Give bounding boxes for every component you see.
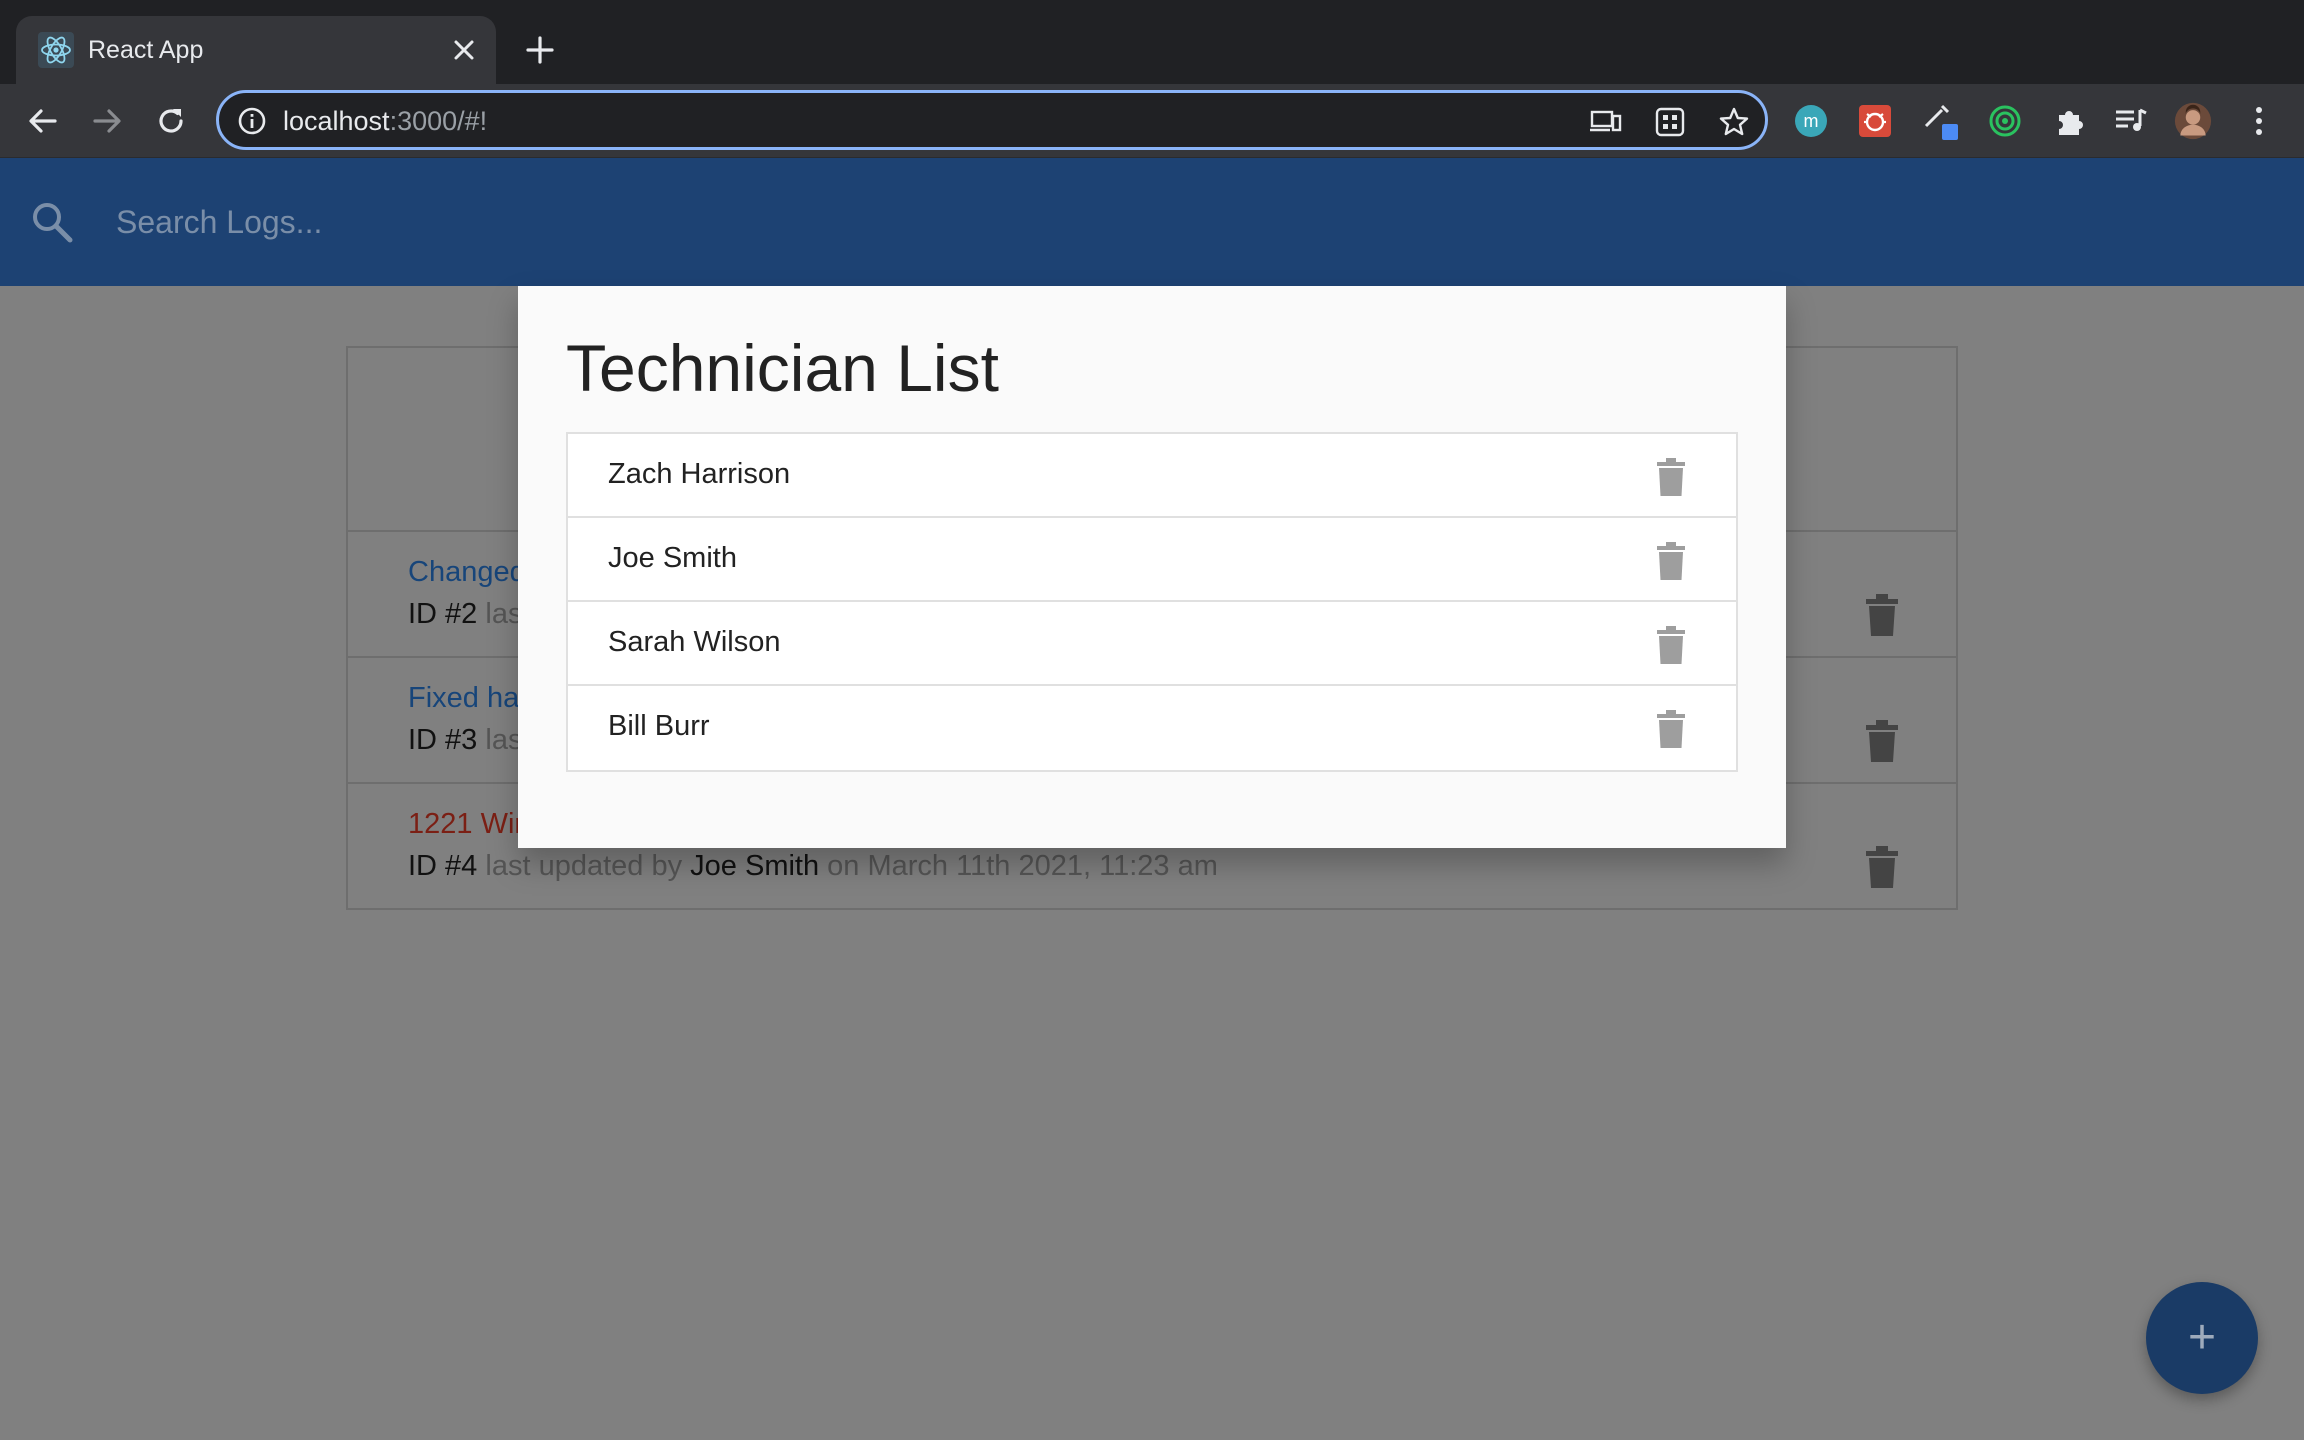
back-arrow-icon[interactable]: [22, 100, 64, 142]
technician-name: Bill Burr: [608, 710, 710, 742]
reload-icon[interactable]: [150, 100, 192, 142]
new-tab-icon[interactable]: [520, 30, 560, 70]
technician-name: Joe Smith: [608, 542, 737, 574]
technician-item: Zach Harrison: [568, 434, 1736, 518]
log-message-link[interactable]: Fixed ha: [408, 682, 519, 715]
log-message-link[interactable]: 1221 Wir: [408, 808, 524, 841]
log-meta: ID #3 las: [408, 724, 523, 756]
technician-item: Joe Smith: [568, 518, 1736, 602]
search-icon: [33, 203, 73, 243]
extension-target-icon[interactable]: [1986, 102, 2024, 140]
technician-item: Bill Burr: [568, 686, 1736, 770]
trash-icon[interactable]: [1656, 542, 1686, 580]
forward-arrow-icon[interactable]: [86, 100, 128, 142]
trash-icon[interactable]: [1656, 458, 1686, 496]
technician-list-modal: Technician List Zach Harrison Joe Smith …: [518, 286, 1786, 848]
extension-bug-icon[interactable]: [1856, 102, 1894, 140]
tab-title: React App: [88, 36, 204, 64]
browser-menu-icon[interactable]: [2240, 102, 2278, 140]
trash-icon[interactable]: [1864, 720, 1900, 762]
plus-icon: +: [2187, 1311, 2217, 1364]
trash-icon[interactable]: [1656, 710, 1686, 748]
extensions-puzzle-icon[interactable]: [2050, 102, 2088, 140]
browser-tab-strip: React App: [0, 0, 2304, 84]
app-search-bar: [0, 158, 2304, 286]
close-tab-icon[interactable]: [446, 32, 482, 68]
technician-item: Sarah Wilson: [568, 602, 1736, 686]
cast-devices-icon[interactable]: [1589, 105, 1623, 139]
url-text: localhost:3000/#!: [283, 106, 488, 136]
svg-text:m: m: [1804, 111, 1819, 131]
site-info-icon[interactable]: [237, 106, 267, 136]
media-controls-icon[interactable]: [2112, 102, 2150, 140]
search-input[interactable]: [116, 192, 1916, 252]
react-logo-icon: [38, 32, 74, 68]
trash-icon[interactable]: [1864, 846, 1900, 888]
technician-list: Zach Harrison Joe Smith Sarah Wilson Bil…: [566, 432, 1738, 772]
tab-search-icon[interactable]: [1653, 105, 1687, 139]
technician-name: Sarah Wilson: [608, 626, 781, 658]
extension-eyedropper-icon[interactable]: [1922, 102, 1960, 140]
browser-tab[interactable]: React App: [16, 16, 496, 84]
address-bar[interactable]: localhost:3000/#!: [216, 90, 1768, 150]
log-meta: ID #2 las: [408, 598, 523, 630]
add-log-button[interactable]: +: [2146, 1282, 2258, 1394]
log-meta: ID #4 last updated by Joe Smith on March…: [408, 850, 1218, 882]
trash-icon[interactable]: [1656, 626, 1686, 664]
technician-name: Zach Harrison: [608, 458, 791, 490]
modal-title: Technician List: [566, 331, 999, 405]
profile-avatar[interactable]: [2174, 102, 2212, 140]
bookmark-star-icon[interactable]: [1717, 105, 1751, 139]
trash-icon[interactable]: [1864, 594, 1900, 636]
log-message-link[interactable]: Changed: [408, 556, 526, 589]
browser-toolbar: localhost:3000/#! m: [0, 84, 2304, 158]
extension-m-icon[interactable]: m: [1792, 102, 1830, 140]
